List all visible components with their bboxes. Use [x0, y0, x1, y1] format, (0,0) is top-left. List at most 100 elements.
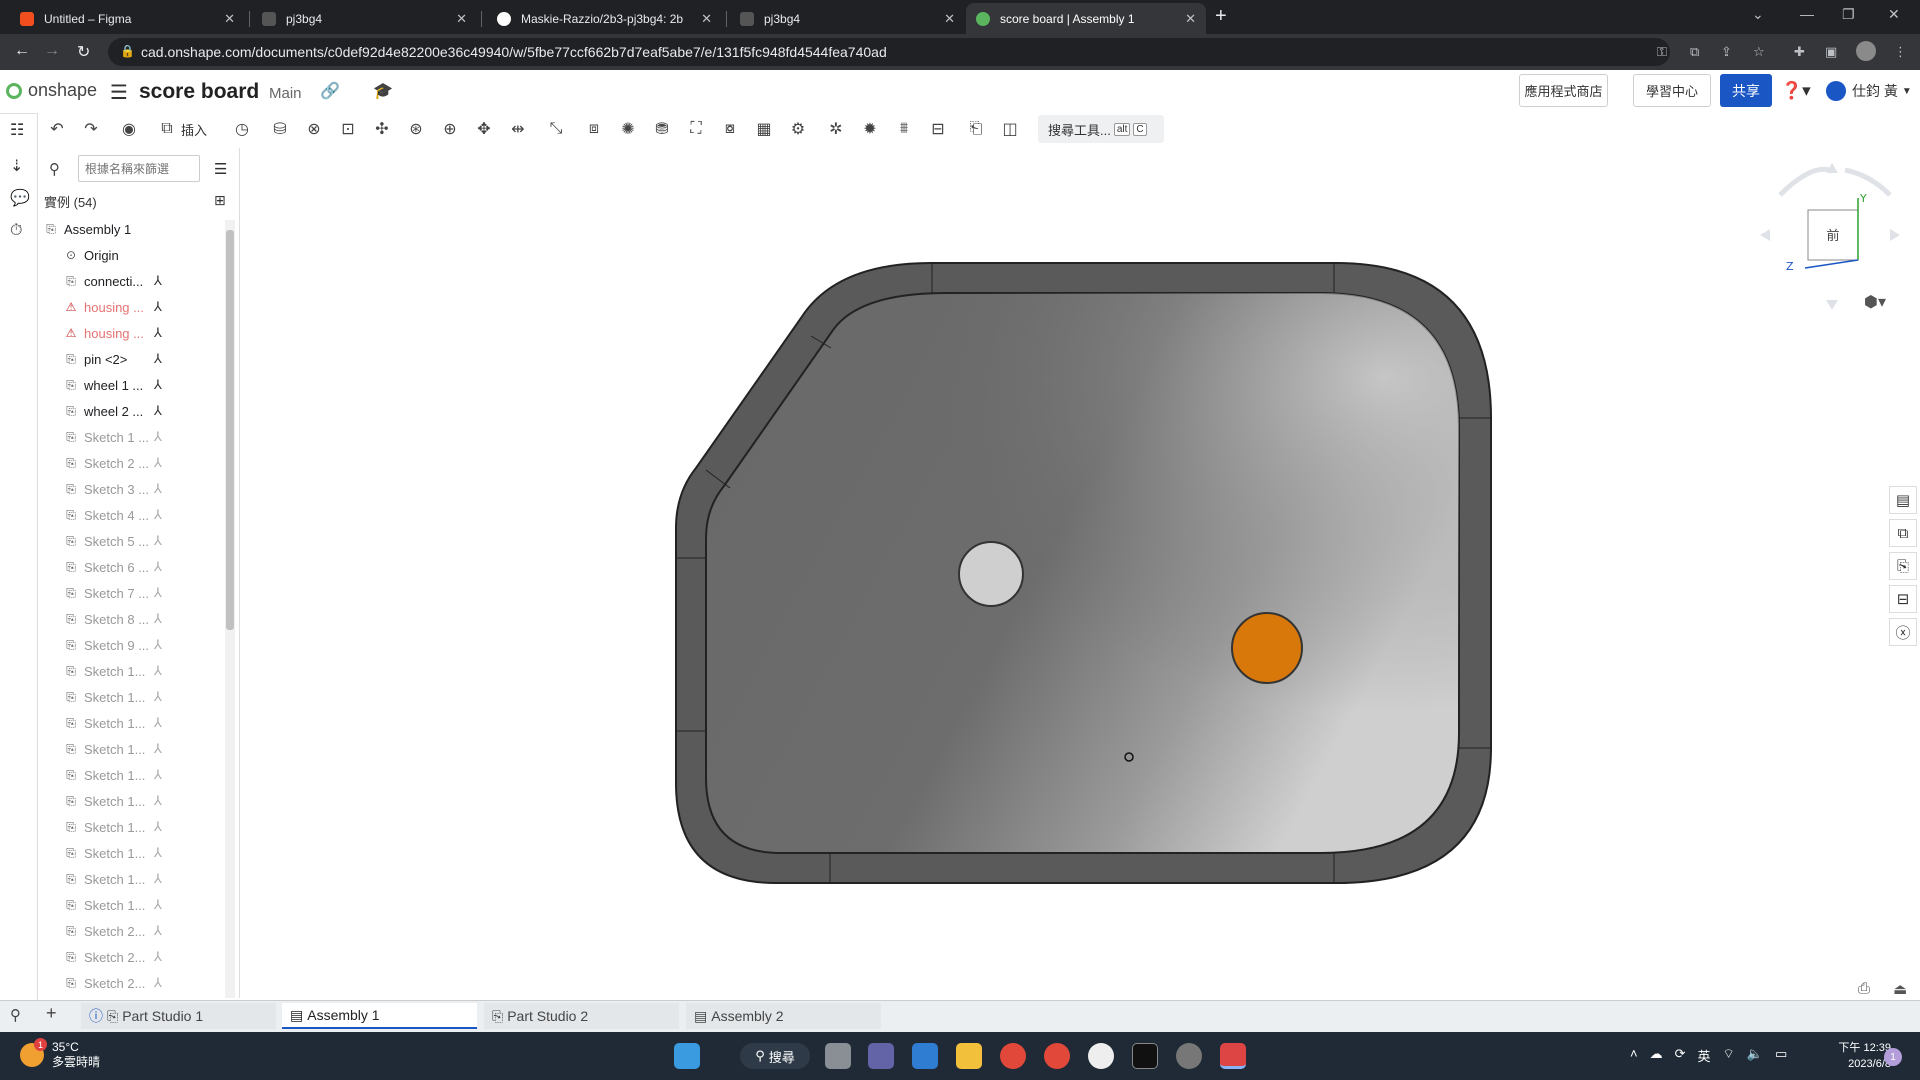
gear-relation-icon[interactable]: ⚙: [787, 118, 809, 140]
slider-mate-icon[interactable]: ⊡: [337, 118, 359, 140]
window-close-button[interactable]: ✕: [1888, 6, 1900, 23]
mate-connector-icon[interactable]: ⅄: [154, 403, 162, 419]
mate-connector-icon[interactable]: ⅄: [154, 715, 162, 731]
mate-connector-icon[interactable]: ⅄: [154, 767, 162, 783]
document-title[interactable]: score board: [139, 80, 259, 104]
mate-connector-icon[interactable]: ⅄: [154, 559, 162, 575]
mate-connector-icon[interactable]: ⅄: [154, 273, 162, 289]
tree-item[interactable]: ⎘ pin <2> ⅄: [64, 348, 204, 370]
user-menu[interactable]: 仕鈞 黃 ▼: [1826, 81, 1912, 101]
sync-icon[interactable]: ⟳: [1675, 1046, 1686, 1065]
mate-connector-icon[interactable]: ⅄: [154, 637, 162, 653]
undo-icon[interactable]: ↶: [46, 118, 68, 140]
mate-connector-icon[interactable]: ⅄: [154, 793, 162, 809]
file-explorer-icon[interactable]: [956, 1043, 982, 1069]
mate-panel-icon[interactable]: ⎘: [1889, 552, 1917, 580]
rotate-right-arrow-icon[interactable]: [1844, 167, 1892, 197]
browser-tab-github[interactable]: Maskie-Razzio/2b3-pj3bg4: 2b ✕: [487, 3, 722, 34]
print-icon[interactable]: ⎙: [1858, 980, 1870, 997]
terminal-icon[interactable]: [1132, 1043, 1158, 1069]
teams-icon[interactable]: [868, 1043, 894, 1069]
tab-part-studio-2[interactable]: ⎘ Part Studio 2: [484, 1003, 679, 1029]
url-bar[interactable]: 🔒 cad.onshape.com/documents/c0def92d4e82…: [108, 38, 1670, 66]
appearance-icon[interactable]: ◉: [118, 118, 140, 140]
tree-item[interactable]: ⚠ housing ... ⅄: [64, 296, 204, 318]
close-icon[interactable]: ✕: [944, 11, 955, 27]
mate-connector-icon[interactable]: ⅄: [154, 923, 162, 939]
search-tools-button[interactable]: 搜尋工具... alt C: [1038, 115, 1164, 143]
mate-connector-icon[interactable]: ⅄: [154, 585, 162, 601]
mate-connector-icon[interactable]: ⅄: [154, 533, 162, 549]
fastened-mate-icon[interactable]: ⛁: [269, 118, 291, 140]
tree-item[interactable]: ⎘ wheel 2 ... ⅄: [64, 400, 204, 422]
close-icon[interactable]: ✕: [456, 11, 467, 27]
new-tab-button[interactable]: +: [1215, 5, 1227, 28]
close-icon[interactable]: ✕: [224, 11, 235, 27]
mate-connector-icon[interactable]: ⅄: [154, 975, 162, 991]
app-store-button[interactable]: 應用程式商店: [1519, 74, 1608, 107]
tree-item[interactable]: ⎘ Sketch 5 ... ⅄: [64, 530, 204, 552]
learning-center-button[interactable]: 學習中心: [1633, 74, 1711, 107]
grey-score-button[interactable]: [958, 541, 1024, 607]
filter-icon[interactable]: ⚲: [49, 160, 60, 178]
side-panel-icon[interactable]: ▣: [1825, 44, 1837, 60]
link-icon[interactable]: 🔗: [320, 81, 340, 101]
replicate-icon[interactable]: ⛃: [651, 118, 673, 140]
insert-icon[interactable]: ⧉: [156, 118, 178, 140]
chrome-profile-2-icon[interactable]: [1044, 1043, 1070, 1069]
tab-assembly-1[interactable]: ▤ Assembly 1: [282, 1003, 477, 1029]
mate-connector-icon[interactable]: ⅄: [154, 689, 162, 705]
ime-indicator[interactable]: 英: [1698, 1046, 1711, 1065]
add-element-button[interactable]: +: [46, 1003, 57, 1024]
mate-connector-icon[interactable]: ⅄: [154, 871, 162, 887]
tree-item[interactable]: ⎘ Sketch 1... ⅄: [64, 686, 204, 708]
properties-panel-icon[interactable]: ▤: [1889, 486, 1917, 514]
mate-connector-icon[interactable]: ⅄: [154, 481, 162, 497]
reload-icon[interactable]: ↻: [77, 42, 90, 62]
tree-item[interactable]: ⎘ Sketch 1... ⅄: [64, 764, 204, 786]
mate-connector-icon[interactable]: ⅄: [154, 819, 162, 835]
tree-item[interactable]: ⎘ Sketch 1... ⅄: [64, 842, 204, 864]
redo-icon[interactable]: ↷: [80, 118, 102, 140]
tree-item[interactable]: ⎘ Sketch 3 ... ⅄: [64, 478, 204, 500]
tree-item[interactable]: ⎘ connecti... ⅄: [64, 270, 204, 292]
group-icon[interactable]: ⧈: [583, 118, 605, 140]
share-page-icon[interactable]: ⇪: [1721, 44, 1732, 60]
rotate-left-arrow-icon[interactable]: [1778, 166, 1831, 197]
linear-pattern-icon[interactable]: ⛶: [685, 118, 707, 140]
graphics-area[interactable]: [241, 148, 1920, 1000]
cylindrical-mate-icon[interactable]: ⊛: [405, 118, 427, 140]
extensions-icon[interactable]: ✚: [1794, 44, 1805, 60]
tree-item[interactable]: ⎘ Sketch 2... ⅄: [64, 920, 204, 942]
tree-item[interactable]: ⎘ Sketch 1... ⅄: [64, 660, 204, 682]
tangent-mate-icon[interactable]: ⤡: [545, 118, 567, 140]
battery-icon[interactable]: ▭: [1775, 1046, 1787, 1065]
forward-icon[interactable]: →: [44, 42, 60, 60]
tree-item[interactable]: ⎘ Sketch 1... ⅄: [64, 712, 204, 734]
windows-start-icon[interactable]: [674, 1043, 700, 1069]
mail-icon[interactable]: [912, 1043, 938, 1069]
tree-item[interactable]: ⎘ Sketch 4 ... ⅄: [64, 504, 204, 526]
arrow-right-icon[interactable]: [1890, 229, 1900, 241]
mate-connector-icon[interactable]: ⅄: [154, 663, 162, 679]
mate-connector-icon[interactable]: ⅄: [154, 897, 162, 913]
model-view[interactable]: [241, 148, 1920, 1000]
translate-icon[interactable]: ⧉: [1690, 44, 1699, 60]
onshape-logo[interactable]: onshape: [6, 80, 97, 101]
share-button[interactable]: 共享: [1720, 74, 1772, 107]
explode-icon[interactable]: ▦: [753, 118, 775, 140]
tree-item[interactable]: ⎘ Sketch 7 ... ⅄: [64, 582, 204, 604]
mate-connector-icon[interactable]: ⅄: [154, 845, 162, 861]
restore-button[interactable]: ❐: [1842, 6, 1855, 23]
tree-item[interactable]: ⎘ Sketch 2... ⅄: [64, 946, 204, 968]
key-icon[interactable]: ⚿: [1657, 44, 1667, 60]
ball-mate-icon[interactable]: ✥: [473, 118, 495, 140]
mate-connector-icon[interactable]: ⅄: [154, 949, 162, 965]
variables-panel-icon[interactable]: ⓧ: [1889, 618, 1917, 646]
parts-panel-icon[interactable]: ⧉: [1889, 519, 1917, 547]
browser-tab-pj3bg4-2[interactable]: pj3bg4 ✕: [730, 3, 965, 34]
document-menu-icon[interactable]: ☰: [110, 80, 128, 105]
add-folder-icon[interactable]: ⊞: [214, 192, 226, 209]
tree-item[interactable]: ⎘ wheel 1 ... ⅄: [64, 374, 204, 396]
tree-item[interactable]: ⎘ Sketch 1... ⅄: [64, 868, 204, 890]
